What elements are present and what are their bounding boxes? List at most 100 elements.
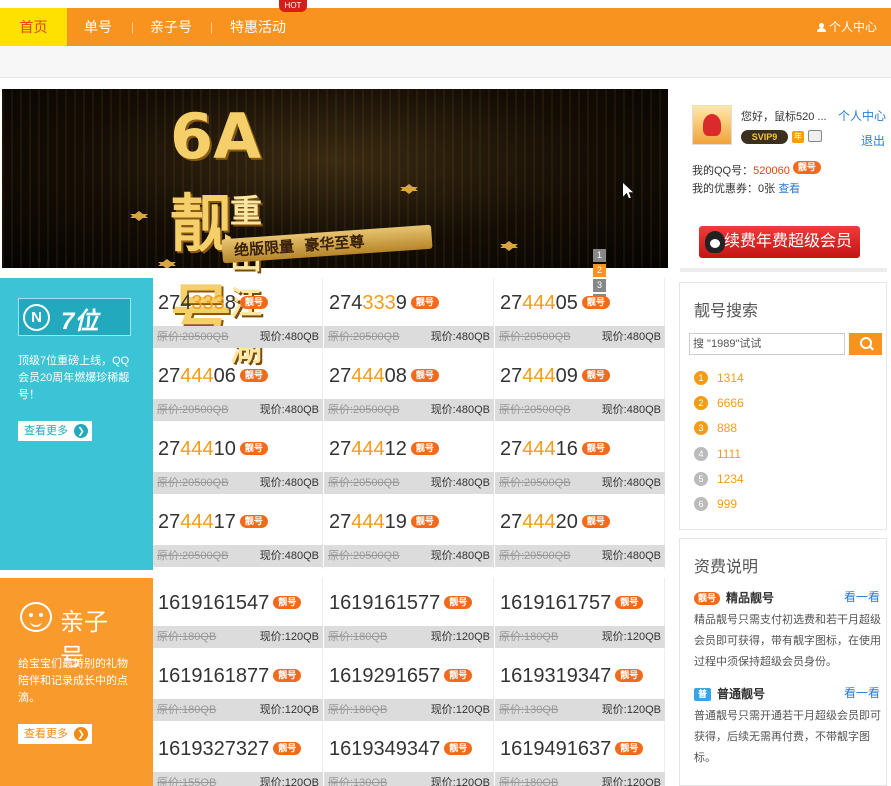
- number-card[interactable]: 2744406 靓号 原价:20500QB 现价:480QB: [153, 351, 323, 423]
- qq-number: 2744412 靓号: [329, 438, 439, 461]
- number-segment: 16: [555, 438, 578, 460]
- number-card[interactable]: 2744416 靓号 原价:20500QB 现价:480QB: [495, 424, 665, 496]
- normal-view-link[interactable]: 看一看: [844, 684, 880, 701]
- qq-number: 1619161577 靓号: [329, 592, 473, 615]
- number-card[interactable]: 1619491637 靓号 原价:180QB 现价:120QB: [495, 724, 665, 786]
- number-card[interactable]: 2744419 靓号 原价:20500QB 现价:480QB: [324, 497, 494, 569]
- coupon-label: 我的优惠券：0张: [692, 183, 776, 195]
- liang-tag: 靓号: [444, 742, 473, 755]
- liang-tag: 靓号: [410, 296, 439, 309]
- number-segment: 27: [329, 511, 352, 533]
- number-segment: 1619161547: [158, 592, 270, 614]
- price-bar: 原价:180QB 现价:120QB: [153, 699, 323, 721]
- price-bar: 原价:20500QB 现价:480QB: [324, 399, 494, 421]
- hot-search-item[interactable]: 5 1234: [694, 470, 744, 488]
- qq-number: 2743338 靓号: [158, 292, 268, 315]
- arrow-right-icon: ❯: [74, 727, 88, 741]
- hot-search-item[interactable]: 4 1111: [694, 445, 741, 463]
- liang-tag: 靓号: [615, 596, 644, 609]
- price-bar: 原价:180QB 现价:120QB: [495, 772, 665, 786]
- number-card[interactable]: 2744417 靓号 原价:20500QB 现价:480QB: [153, 497, 323, 569]
- user-center-link[interactable]: 个人中心: [816, 8, 877, 46]
- star-decoration: [130, 211, 148, 221]
- hot-search-item[interactable]: 6 999: [694, 495, 737, 513]
- number-card[interactable]: 1619161757 靓号 原价:180QB 现价:120QB: [495, 578, 665, 650]
- liang-tag: 靓号: [581, 296, 610, 309]
- current-price: 现价:480QB: [601, 331, 661, 343]
- number-card[interactable]: 2743338 靓号 原价:20500QB 现价:480QB: [153, 278, 323, 350]
- penguin-icon: [705, 231, 725, 253]
- fee-info-panel: 资费说明 靓号 精品靓号 看一看 精品靓号只需支付初选费和若干月超级会员即可获得，…: [679, 538, 887, 786]
- number-card[interactable]: 2744409 靓号 原价:20500QB 现价:480QB: [495, 351, 665, 423]
- coupon-view-link[interactable]: 查看: [778, 183, 800, 195]
- avatar[interactable]: [692, 105, 732, 145]
- qq-number: 1619349347 靓号: [329, 738, 473, 761]
- current-price: 现价:480QB: [259, 550, 319, 562]
- original-price: 原价:20500QB: [157, 477, 229, 489]
- number-segment: 444: [522, 438, 556, 460]
- qq-number: 2744416 靓号: [500, 438, 610, 461]
- price-bar: 原价:20500QB 现价:480QB: [153, 545, 323, 567]
- number-card[interactable]: 1619161877 靓号 原价:180QB 现价:120QB: [153, 651, 323, 723]
- number-segment: 27: [329, 365, 352, 387]
- banner-page-dot-active[interactable]: 2: [593, 264, 606, 277]
- number-card[interactable]: 1619161577 靓号原价:180QB 现价:120QB: [324, 578, 494, 650]
- more-label: 查看更多: [24, 425, 68, 437]
- number-segment: 444: [351, 511, 385, 533]
- search-input[interactable]: 搜 "1989"试试: [689, 333, 845, 355]
- number-card[interactable]: 2744410 靓号 原价:20500QB 现价:480QB: [153, 424, 323, 496]
- hot-search-item[interactable]: 1 1314: [694, 369, 744, 387]
- number-segment: 19: [384, 511, 407, 533]
- logout-link[interactable]: 退出: [861, 132, 885, 149]
- category-family[interactable]: 亲子号 给宝宝们最特别的礼物陪伴和记录成长中的点滴。 查看更多 ❯: [0, 578, 153, 786]
- number-card[interactable]: 2743339 靓号 原价:20500QB 现价:480QB: [324, 278, 494, 350]
- price-bar: 原价:130QB 现价:120QB: [324, 772, 494, 786]
- search-icon[interactable]: [849, 333, 882, 355]
- current-price: 现价:120QB: [430, 777, 490, 786]
- family-more-button[interactable]: 查看更多 ❯: [18, 724, 92, 744]
- baby-face-icon: [20, 602, 52, 632]
- category-seven-digit[interactable]: N 7位 顶级7位重磅上线，QQ会员20周年燃爆珍稀靓号！ 查看更多 ❯: [0, 278, 153, 570]
- price-bar: 原价:180QB 现价:120QB: [495, 626, 665, 648]
- price-bar: 原价:20500QB 现价:480QB: [495, 399, 665, 421]
- number-card[interactable]: 1619319347 靓号 原价:130QB 现价:120QB: [495, 651, 665, 723]
- hot-search-item[interactable]: 2 6666: [694, 394, 744, 412]
- hot-search-label: 1111: [717, 447, 742, 461]
- qq-number: 1619161547 靓号: [158, 592, 302, 615]
- number-segment: 20: [555, 511, 578, 533]
- number-card[interactable]: 2744412 靓号 原价:20500QB 现价:480QB: [324, 424, 494, 496]
- number-segment: 12: [384, 438, 407, 460]
- number-card[interactable]: 2744408 靓号 原价:20500QB 现价:480QB: [324, 351, 494, 423]
- nav-family-number[interactable]: 亲子号: [150, 8, 192, 46]
- pu-tag: 普: [694, 688, 712, 701]
- hot-search-label: 6666: [717, 396, 744, 410]
- current-price: 现价:480QB: [259, 477, 319, 489]
- number-segment: 27: [500, 438, 523, 460]
- nav-single-number[interactable]: 单号: [84, 8, 112, 46]
- price-bar: 原价:180QB 现价:120QB: [324, 626, 494, 648]
- rank-badge: 5: [694, 472, 708, 486]
- seven-digit-more-button[interactable]: 查看更多 ❯: [18, 421, 92, 441]
- number-card[interactable]: 1619327327 靓号 原价:155QB 现价:120QB: [153, 724, 323, 786]
- liang-tag: 靓号: [410, 442, 439, 455]
- nav-home[interactable]: 首页: [0, 8, 67, 46]
- hot-badge: HOT: [279, 0, 307, 12]
- number-segment: 444: [522, 511, 556, 533]
- number-card[interactable]: 2744405 靓号 原价:20500QB 现价:480QB: [495, 278, 665, 350]
- number-card[interactable]: 1619161547 靓号 原价:180QB 现价:120QB: [153, 578, 323, 650]
- renew-super-vip-button[interactable]: 续费年费超级会员: [699, 226, 860, 258]
- premium-title: 精品靓号: [726, 591, 775, 605]
- number-card[interactable]: 1619291657 靓号 原价:180QB 现价:120QB: [324, 651, 494, 723]
- banner-page-dot[interactable]: 1: [593, 249, 606, 262]
- original-price: 原价:155QB: [157, 777, 217, 786]
- hot-search-item[interactable]: 3 888: [694, 419, 737, 437]
- premium-view-link[interactable]: 看一看: [844, 588, 880, 605]
- current-price: 现价:120QB: [601, 777, 661, 786]
- number-card[interactable]: 2744420 靓号 原价:20500QB 现价:480QB: [495, 497, 665, 569]
- number-card[interactable]: 1619349347 靓号原价:130QB 现价:120QB: [324, 724, 494, 786]
- personal-center-link[interactable]: 个人中心: [838, 107, 886, 124]
- qq-number: 1619291657 靓号: [329, 665, 473, 688]
- number-segment: 333: [191, 292, 225, 314]
- current-price: 现价:480QB: [259, 404, 319, 416]
- nav-promotions[interactable]: 特惠活动: [230, 8, 286, 46]
